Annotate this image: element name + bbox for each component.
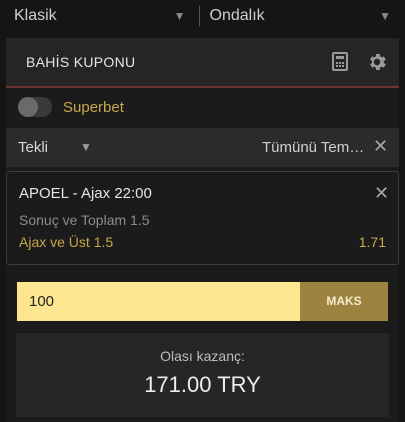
odds-format-value: Klasik <box>14 7 57 24</box>
clear-all-button[interactable]: Tümünü Tem… <box>262 139 364 156</box>
odds-settings-bar: Klasik ▼ Ondalık ▼ <box>0 0 405 32</box>
bet-selection-card: APOEL - Ajax 22:00 ✕ Sonuç ve Toplam 1.5… <box>6 171 399 265</box>
potential-winnings-box: Olası kazanç: 171.00 TRY <box>16 333 389 417</box>
chevron-down-icon: ▼ <box>379 9 391 23</box>
market-name: Sonuç ve Toplam 1.5 <box>19 212 150 228</box>
toggle-knob <box>18 97 38 117</box>
selection-odds: 1.71 <box>358 234 386 250</box>
chevron-down-icon[interactable]: ▼ <box>80 140 92 154</box>
bet-slip-panel: BAHİS KUPONU Superbet Tekli ▼ Tümünü Tem… <box>6 38 399 422</box>
potential-winnings-label: Olası kazanç: <box>160 348 245 364</box>
selection-name: Ajax ve Üst 1.5 <box>19 234 114 250</box>
superbet-label: Superbet <box>63 99 124 116</box>
potential-winnings-amount: 171.00 TRY <box>144 372 261 397</box>
remove-bet-icon[interactable]: ✕ <box>374 184 389 202</box>
bet-type-bar: Tekli ▼ Tümünü Tem… ✕ <box>6 128 399 167</box>
chevron-down-icon: ▼ <box>173 9 186 23</box>
bet-type-select[interactable]: Tekli <box>18 139 48 156</box>
superbet-toggle[interactable] <box>18 97 52 117</box>
odds-format-select[interactable]: Klasik ▼ <box>0 0 199 32</box>
odds-display-value: Ondalık <box>209 7 265 24</box>
event-name: APOEL - Ajax 22:00 <box>19 185 152 202</box>
calculator-icon[interactable] <box>332 52 348 71</box>
close-icon[interactable]: ✕ <box>373 137 388 155</box>
max-stake-button[interactable]: MAKS <box>300 282 388 321</box>
stake-input[interactable]: 100 <box>17 282 300 321</box>
gear-icon[interactable] <box>366 51 388 73</box>
odds-display-select[interactable]: Ondalık ▼ <box>200 0 405 32</box>
superbet-row: Superbet <box>6 92 399 126</box>
bet-slip-header: BAHİS KUPONU <box>6 38 399 88</box>
bet-slip-title: BAHİS KUPONU <box>26 54 136 70</box>
